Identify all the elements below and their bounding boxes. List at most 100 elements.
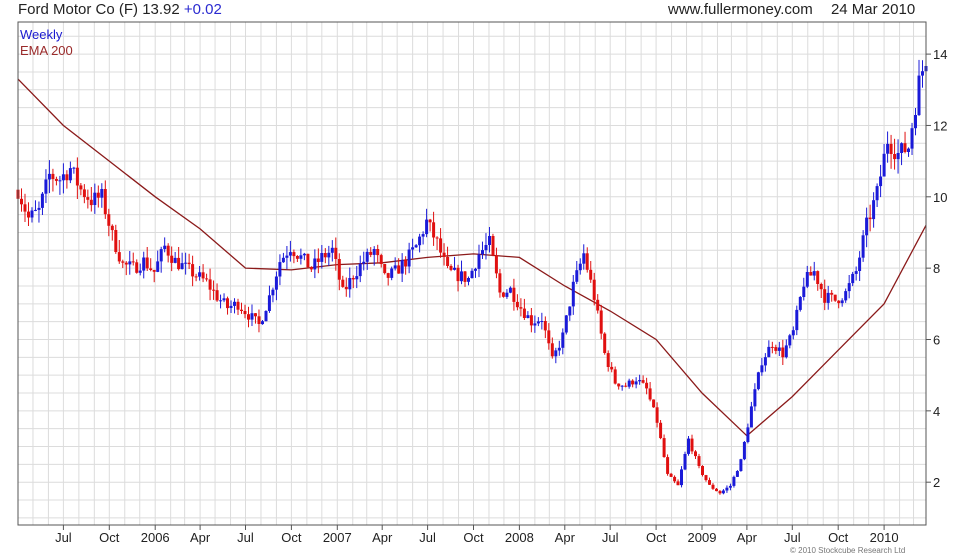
x-tick-label: Jul (55, 530, 72, 545)
candle-body (488, 236, 491, 245)
x-tick-label: Jul (784, 530, 801, 545)
candle-body (481, 250, 484, 255)
candle-body (411, 247, 415, 250)
candle-body (533, 323, 537, 326)
candle-body (763, 357, 767, 366)
candle-body (728, 485, 732, 488)
candle-body (879, 176, 883, 187)
x-tick-label: 2007 (323, 530, 352, 545)
candle-body (243, 311, 247, 315)
candle-body (418, 236, 422, 246)
y-tick-label: 6 (933, 332, 940, 347)
legend-weekly: Weekly (20, 27, 63, 42)
candle-body (428, 219, 432, 223)
candle-body (135, 262, 139, 273)
candle-body (795, 309, 799, 331)
x-tick-label: 2006 (141, 530, 170, 545)
candle-body (505, 292, 509, 297)
candle-body (683, 454, 687, 470)
candle-body (470, 270, 474, 278)
candle-body (585, 253, 589, 270)
candle-body (840, 300, 844, 304)
candle-body (641, 380, 645, 383)
candle-body (914, 115, 917, 129)
candle-body (624, 385, 628, 387)
x-tick-label: Oct (646, 530, 667, 545)
y-tick-label: 4 (933, 404, 940, 419)
candle-body (770, 346, 774, 348)
ema-200-line (17, 78, 927, 437)
candle-body (351, 278, 355, 280)
candle-body (564, 315, 568, 333)
candle-body (330, 247, 334, 253)
candle-body (128, 261, 132, 265)
candle-body (435, 237, 439, 239)
candle-body (82, 189, 86, 198)
candle-body (746, 427, 750, 442)
candle-body (701, 466, 704, 475)
candle-body (37, 207, 41, 210)
y-tick-label: 14 (933, 47, 947, 62)
candle-body (704, 475, 708, 481)
candle-body (735, 471, 739, 477)
candle-body (662, 438, 666, 457)
candle-body (278, 262, 282, 277)
legend-ema: EMA 200 (20, 43, 73, 58)
candle-body (767, 346, 771, 358)
y-tick-label: 8 (933, 261, 940, 276)
candle-body (739, 459, 743, 471)
candle-body (142, 257, 146, 271)
candle-body (355, 276, 359, 280)
candle-body (414, 245, 418, 248)
candle-body (861, 235, 865, 258)
candle-body (889, 143, 893, 154)
candle-body (606, 353, 610, 367)
candle-body (788, 335, 792, 346)
candle-body (376, 249, 380, 256)
candle-body (732, 476, 736, 486)
candle-body (299, 255, 303, 259)
candle-body (163, 245, 167, 250)
candle-body (432, 222, 436, 238)
candle-body (557, 347, 561, 351)
candle-body (830, 292, 834, 295)
candle-body (872, 200, 876, 220)
candle-body (229, 305, 233, 308)
candle-body (40, 193, 44, 208)
candle-body (145, 257, 149, 269)
candle-body (847, 283, 851, 292)
candle-body (320, 253, 324, 262)
candle-body (715, 488, 718, 492)
candle-body (809, 272, 813, 276)
candle-body (680, 469, 683, 486)
candle-body (536, 321, 540, 324)
candle-body (47, 173, 51, 180)
candle-body (138, 270, 142, 273)
candle-body (107, 214, 111, 226)
candle-body (603, 333, 607, 353)
candle-body (578, 263, 582, 271)
candle-body (323, 253, 327, 258)
candle-body (344, 286, 348, 290)
candle-body (250, 313, 254, 320)
candle-body (271, 289, 275, 296)
candle-body (875, 186, 879, 201)
candle-body (334, 247, 338, 259)
candle-body (638, 380, 642, 382)
candle-body (474, 268, 477, 271)
candle-body (725, 487, 729, 491)
candle-body (205, 278, 209, 280)
candle-body (721, 490, 725, 494)
y-tick-label: 10 (933, 190, 947, 205)
candle-body (854, 271, 858, 274)
candle-body (921, 71, 924, 76)
candle-body (645, 382, 649, 389)
candle-body (844, 291, 848, 301)
candle-body (233, 301, 236, 306)
candle-body (400, 260, 404, 274)
candle-body (648, 388, 652, 400)
candle-body (882, 153, 886, 177)
candle-body (281, 257, 285, 263)
copyright: © 2010 Stockcube Research Ltd (790, 546, 906, 555)
candle-body (285, 255, 289, 258)
